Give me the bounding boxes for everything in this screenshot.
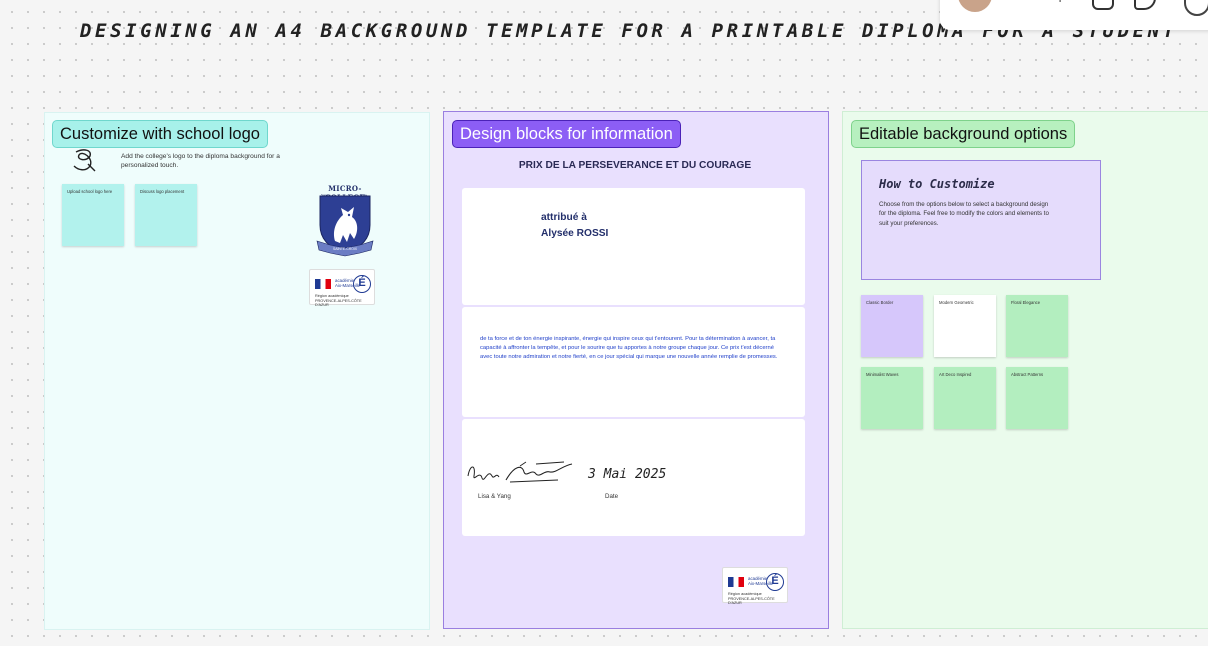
ministry-logo-region: Région académique PROVENCE-ALPES-CÔTE D'… xyxy=(728,592,787,606)
user-avatar-icon[interactable] xyxy=(958,0,992,12)
ministry-logo-frame1[interactable]: académie Aix-Marseille É Région académiq… xyxy=(309,269,375,308)
sticky-upload-logo[interactable]: Upload school logo here xyxy=(62,184,124,246)
ai-sparkle-icon[interactable] xyxy=(1050,0,1072,10)
recipient-block[interactable] xyxy=(462,188,805,305)
ministry-e-mark-icon: É xyxy=(766,573,784,591)
date-label[interactable]: Date xyxy=(605,493,618,500)
top-toolbar xyxy=(940,0,1208,30)
more-icon[interactable] xyxy=(1184,0,1208,16)
attributed-label: attribué à xyxy=(541,212,587,223)
diploma-title[interactable]: PRIX DE LA PERSEVERANCE ET DU COURAGE xyxy=(460,160,810,171)
ministry-logo-region: Région académique PROVENCE-ALPES-CÔTE D'… xyxy=(315,294,374,308)
signature-image[interactable] xyxy=(466,458,576,488)
sticky-logo-placement[interactable]: Discuss logo placement xyxy=(135,184,197,246)
school-crest-logo[interactable]: MICRO-COLLEGE Sapere Aude SAINTE-CROIX xyxy=(316,182,374,258)
french-flag-icon xyxy=(728,577,744,587)
ministry-logo-line3: Région académique xyxy=(315,294,349,298)
option-minimalist-waves[interactable]: Minimalist Waves xyxy=(861,367,923,429)
ministry-logo-line4: PROVENCE-ALPES-CÔTE D'AZUR xyxy=(315,298,362,308)
ministry-e-mark-icon: É xyxy=(353,275,371,293)
frame-title-design-blocks[interactable]: Design blocks for information xyxy=(452,120,681,148)
pen-sketch-icon[interactable] xyxy=(70,146,100,174)
option-floral-elegance[interactable]: Floral Elegance xyxy=(1006,295,1068,357)
option-abstract-patterns[interactable]: Abstract Patterns xyxy=(1006,367,1068,429)
ministry-logo-line4: PROVENCE-ALPES-CÔTE D'AZUR xyxy=(728,596,775,606)
frame-title-school-logo[interactable]: Customize with school logo xyxy=(52,120,268,148)
award-sentence[interactable]: de ta force et de ton énergie inspirante… xyxy=(480,335,786,363)
ministry-logo-line3: Région académique xyxy=(728,592,762,596)
award-date[interactable]: 3 Mai 2025 xyxy=(588,467,666,482)
option-classic-border[interactable]: Classic Border xyxy=(861,295,923,357)
option-modern-geometric[interactable]: Modern Geometric xyxy=(934,295,996,357)
template-icon[interactable] xyxy=(1092,0,1114,10)
crest-banner: SAINTE-CROIX xyxy=(332,247,358,251)
recipient-name: Alysée ROSSI xyxy=(541,228,609,239)
french-flag-icon xyxy=(315,279,331,289)
how-to-title: How to Customize xyxy=(879,177,995,191)
signers-label[interactable]: Lisa & Yang xyxy=(478,493,511,500)
reaction-icon[interactable] xyxy=(1134,0,1156,10)
how-to-text: Choose from the options below to select … xyxy=(879,201,1049,227)
ministry-logo-frame2[interactable]: académie Aix-Marseille É Région académiq… xyxy=(722,567,788,606)
recipient-text[interactable]: attribué à Alysée ROSSI xyxy=(541,210,608,242)
option-art-deco[interactable]: Art Deco Inspired xyxy=(934,367,996,429)
school-logo-description[interactable]: Add the college's logo to the diploma ba… xyxy=(121,152,287,171)
frame-title-background-options[interactable]: Editable background options xyxy=(851,120,1076,148)
how-to-customize-card[interactable]: How to Customize Choose from the options… xyxy=(861,160,1101,280)
